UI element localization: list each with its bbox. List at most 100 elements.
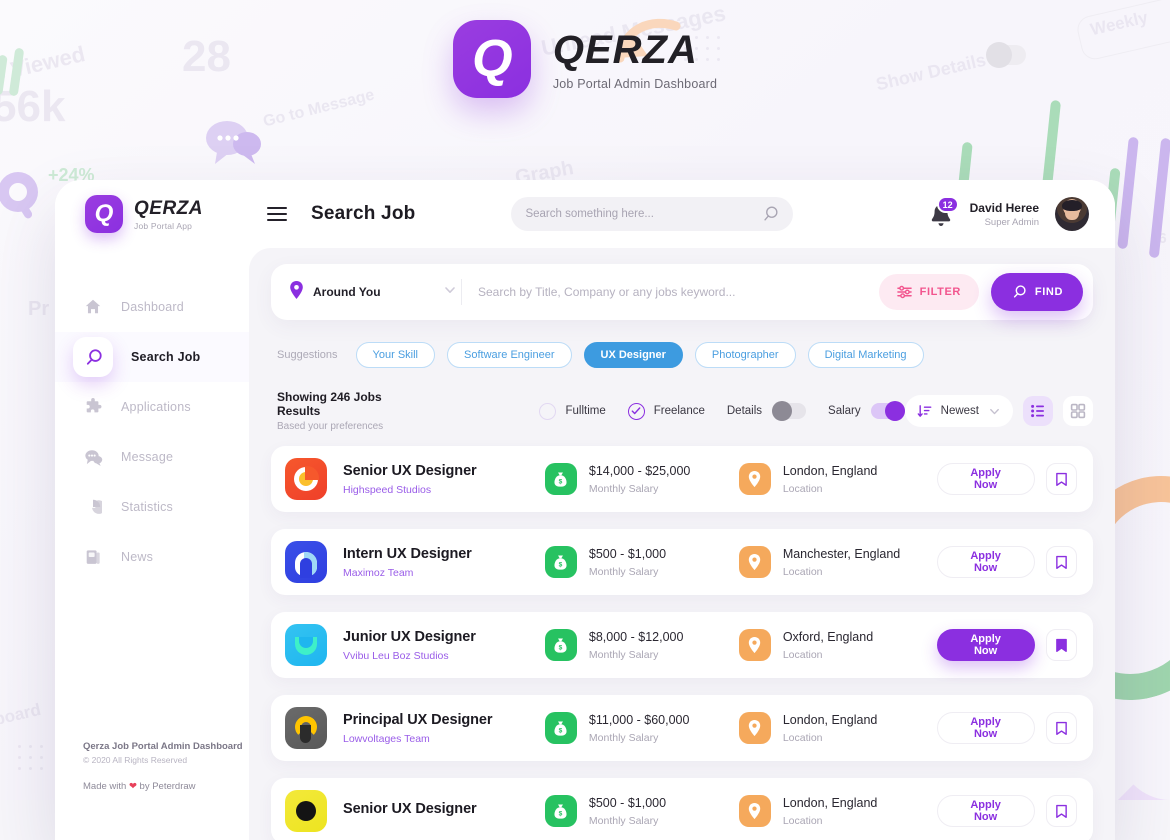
- find-button[interactable]: FIND: [991, 273, 1083, 311]
- loupe-decoration: [0, 170, 44, 220]
- sidebar-item-applications[interactable]: Applications: [55, 382, 249, 432]
- bookmark-button[interactable]: [1046, 629, 1077, 661]
- brand-logo-mark: Q: [85, 195, 123, 233]
- job-actions: Apply Now: [937, 712, 1077, 744]
- checkbox-label: Freelance: [654, 405, 705, 417]
- toggle-salary[interactable]: Salary: [828, 403, 905, 419]
- app-window: Q QERZA Job Portal App Search Job 12: [55, 180, 1115, 840]
- job-actions: Apply Now: [937, 463, 1077, 495]
- grid-view-icon[interactable]: [1063, 396, 1093, 426]
- svg-text:$: $: [559, 644, 563, 651]
- filter-button[interactable]: FILTER: [879, 274, 979, 310]
- toggle-label: Salary: [828, 405, 861, 417]
- app-body: Dashboard Search Job Applicat: [55, 248, 1115, 840]
- job-location: London, England: [783, 713, 878, 727]
- apply-now-button[interactable]: Apply Now: [937, 629, 1035, 661]
- toggle-label: Details: [727, 405, 762, 417]
- avatar[interactable]: [1055, 197, 1089, 231]
- table-row[interactable]: Senior UX Designer $ $500 - $1,000 Month…: [271, 778, 1093, 840]
- backdrop-text: board: [0, 700, 43, 730]
- table-row[interactable]: Intern UX Designer Maximoz Team $ $500 -…: [271, 529, 1093, 595]
- heart-icon: ❤: [129, 781, 137, 792]
- svg-text:$: $: [559, 478, 563, 485]
- topbar: Q QERZA Job Portal App Search Job 12: [55, 180, 1115, 248]
- search-input[interactable]: [525, 208, 761, 220]
- user-info[interactable]: David Heree Super Admin: [970, 201, 1039, 228]
- checkbox-freelance[interactable]: Freelance: [628, 403, 705, 420]
- job-salary-block: $ $500 - $1,000 Monthly Salary: [545, 546, 739, 578]
- sidebar-item-statistics[interactable]: Statistics: [55, 482, 249, 532]
- suggestion-chip-ux-designer[interactable]: UX Designer: [584, 342, 683, 368]
- sidebar-item-news[interactable]: News: [55, 532, 249, 582]
- sidebar-item-label: Statistics: [121, 500, 173, 514]
- job-salary-text: $8,000 - $12,000 Monthly Salary: [589, 630, 684, 661]
- job-salary: $500 - $1,000: [589, 796, 666, 810]
- map-pin-icon: [739, 546, 771, 578]
- chevron-down-icon: [443, 283, 457, 302]
- bookmark-button[interactable]: [1046, 463, 1077, 495]
- job-location-text: Oxford, England Location: [783, 630, 873, 661]
- circle-icon: [539, 403, 556, 420]
- suggestion-chip-software-engineer[interactable]: Software Engineer: [447, 342, 572, 368]
- sidebar-item-label: News: [121, 550, 153, 564]
- checkbox-fulltime[interactable]: Fulltime: [539, 403, 605, 420]
- check-circle-icon: [628, 403, 645, 420]
- topbar-right: 12 David Heree Super Admin: [928, 197, 1115, 231]
- sidebar-item-message[interactable]: Message: [55, 432, 249, 482]
- money-bag-icon: $: [545, 629, 577, 661]
- job-keyword-input[interactable]: [478, 285, 879, 299]
- location-select[interactable]: Around You: [289, 281, 457, 304]
- global-search[interactable]: [511, 197, 793, 231]
- job-salary-text: $11,000 - $60,000 Monthly Salary: [589, 713, 690, 744]
- suggestions-label: Suggestions: [277, 349, 338, 361]
- bookmark-button[interactable]: [1046, 712, 1077, 744]
- apply-now-button[interactable]: Apply Now: [937, 463, 1035, 495]
- svg-text:$: $: [559, 810, 563, 817]
- bookmark-button[interactable]: [1046, 546, 1077, 578]
- switch-salary[interactable]: [871, 403, 905, 419]
- switch-details[interactable]: [772, 403, 806, 419]
- suggestion-chip-photographer[interactable]: Photographer: [695, 342, 796, 368]
- filter-label: FILTER: [920, 286, 961, 298]
- list-view-icon[interactable]: [1023, 396, 1053, 426]
- svg-text:$: $: [559, 727, 563, 734]
- table-row[interactable]: Junior UX Designer Vvibu Leu Boz Studios…: [271, 612, 1093, 678]
- notification-badge: 12: [937, 196, 959, 213]
- money-bag-icon: $: [545, 712, 577, 744]
- chat-bubble-decoration: [205, 118, 263, 166]
- app-brand[interactable]: Q QERZA Job Portal App: [55, 195, 249, 233]
- money-bag-icon: $: [545, 463, 577, 495]
- apply-now-button[interactable]: Apply Now: [937, 546, 1035, 578]
- job-location: Oxford, England: [783, 630, 873, 644]
- job-salary: $14,000 - $25,000: [589, 464, 690, 478]
- job-list: Senior UX Designer Highspeed Studios $ $…: [271, 446, 1093, 840]
- apply-now-button[interactable]: Apply Now: [937, 712, 1035, 744]
- job-title: Principal UX Designer: [343, 712, 537, 728]
- notifications-button[interactable]: 12: [928, 199, 954, 229]
- job-location-text: London, England Location: [783, 713, 878, 744]
- company-logo: [285, 707, 327, 749]
- sidebar-item-label: Dashboard: [121, 300, 184, 314]
- job-location-block: London, England Location: [739, 463, 937, 495]
- pie-chart-icon: [83, 497, 103, 517]
- table-row[interactable]: Principal UX Designer Lowvoltages Team $…: [271, 695, 1093, 761]
- suggestion-chip-your-skill[interactable]: Your Skill: [356, 342, 435, 368]
- sidebar-item-label: Applications: [121, 400, 191, 414]
- search-icon: [1011, 284, 1027, 300]
- table-row[interactable]: Senior UX Designer Highspeed Studios $ $…: [271, 446, 1093, 512]
- divider: [461, 279, 462, 305]
- suggestion-chip-digital-marketing[interactable]: Digital Marketing: [808, 342, 924, 368]
- toggle-details[interactable]: Details: [727, 403, 806, 419]
- sort-dropdown[interactable]: Newest: [905, 395, 1013, 427]
- puzzle-icon: [83, 397, 103, 417]
- job-title-block: Junior UX Designer Vvibu Leu Boz Studios: [343, 629, 537, 662]
- sidebar-item-search-job[interactable]: Search Job: [55, 332, 249, 382]
- job-location: London, England: [783, 796, 878, 810]
- brand-title: QERZA: [134, 198, 203, 220]
- hamburger-icon[interactable]: [267, 207, 287, 221]
- find-label: FIND: [1035, 286, 1063, 298]
- job-location-label: Location: [783, 566, 900, 578]
- job-salary: $11,000 - $60,000: [589, 713, 690, 727]
- sidebar-item-label: Search Job: [131, 350, 200, 364]
- job-location-text: Manchester, England Location: [783, 547, 900, 578]
